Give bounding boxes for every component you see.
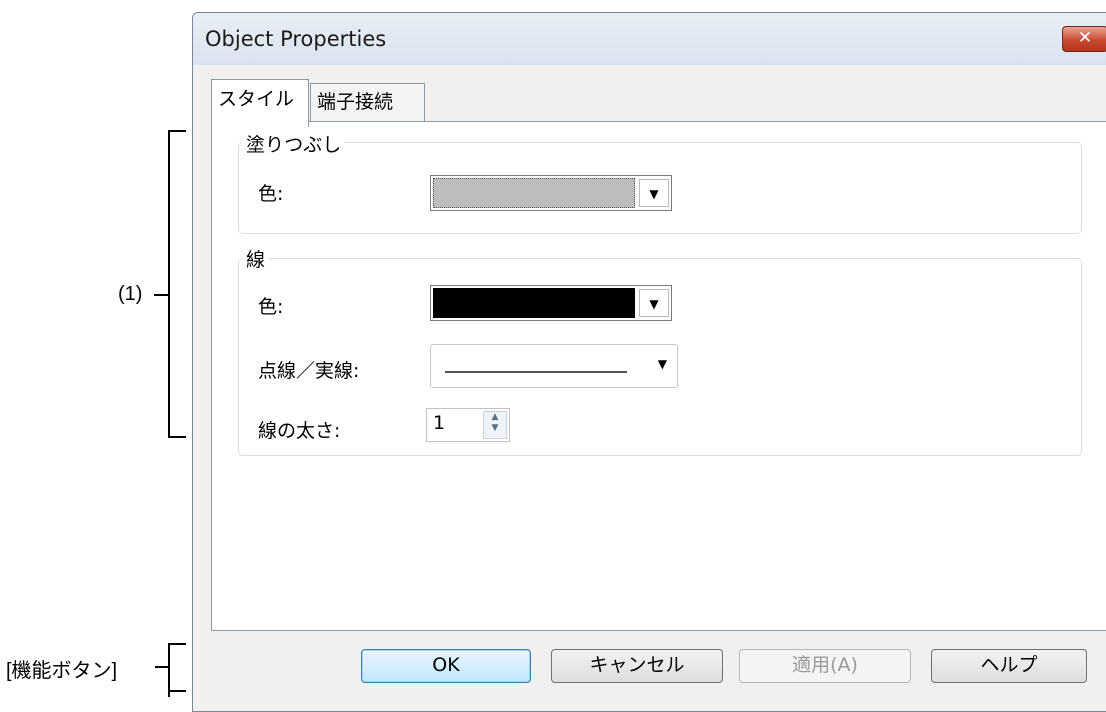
tab-terminal-connection[interactable]: 端子接続: [310, 83, 425, 123]
tab-content-style: 塗りつぶし 色: ▼ 線 色: ▼ 点線／実線: ▼ 線の太さ: 1 ▲ ▼: [211, 121, 1106, 631]
spin-up-icon[interactable]: ▲: [484, 412, 506, 423]
solid-line-sample: [445, 371, 627, 373]
annotation-leader-1: [154, 294, 168, 296]
window-title: Object Properties: [205, 27, 387, 51]
spin-down-icon[interactable]: ▼: [484, 423, 506, 434]
annotation-bracket-buttons-vertical: [168, 643, 170, 697]
line-width-label: 線の太さ:: [258, 420, 341, 442]
fill-color-swatch: [433, 178, 635, 208]
annotation-bracket-1-vertical: [168, 130, 170, 438]
line-style-dropdown[interactable]: ▼: [430, 344, 678, 388]
fill-color-dropdown[interactable]: ▼: [430, 175, 672, 211]
annotation-leader-buttons: [155, 666, 168, 668]
line-color-swatch: [433, 288, 635, 318]
line-width-value: 1: [433, 412, 446, 434]
close-button[interactable]: ✕: [1062, 26, 1106, 52]
apply-button[interactable]: 適用(A): [739, 649, 911, 683]
line-width-stepper[interactable]: 1 ▲ ▼: [426, 408, 510, 442]
annotation-bracket-buttons-top: [168, 643, 186, 645]
spin-buttons[interactable]: ▲ ▼: [483, 411, 507, 439]
chevron-down-icon[interactable]: ▼: [639, 179, 669, 207]
line-color-dropdown[interactable]: ▼: [430, 285, 672, 321]
annotation-bracket-buttons-bottom: [168, 690, 186, 692]
annotation-label-1: (1): [118, 283, 143, 305]
line-style-label: 点線／実線:: [258, 360, 360, 382]
line-group-legend: 線: [242, 245, 270, 272]
chevron-down-icon[interactable]: ▼: [658, 357, 667, 371]
annotation-label-function-buttons: [機能ボタン]: [6, 660, 118, 682]
title-bar[interactable]: Object Properties ✕: [193, 13, 1106, 65]
fill-group-legend: 塗りつぶし: [242, 130, 346, 157]
line-color-label: 色:: [258, 296, 284, 318]
object-properties-dialog: Object Properties ✕ スタイル 端子接続 塗りつぶし 色: ▼…: [192, 12, 1106, 712]
chevron-down-icon[interactable]: ▼: [639, 289, 669, 317]
close-icon: ✕: [1077, 28, 1093, 48]
tab-style[interactable]: スタイル: [211, 79, 309, 127]
fill-color-label: 色:: [258, 183, 284, 205]
annotation-bracket-1-top: [168, 130, 186, 132]
help-button[interactable]: ヘルプ: [931, 649, 1087, 683]
cancel-button[interactable]: キャンセル: [551, 649, 723, 683]
annotation-bracket-1-bottom: [168, 436, 186, 438]
ok-button[interactable]: OK: [361, 649, 531, 683]
